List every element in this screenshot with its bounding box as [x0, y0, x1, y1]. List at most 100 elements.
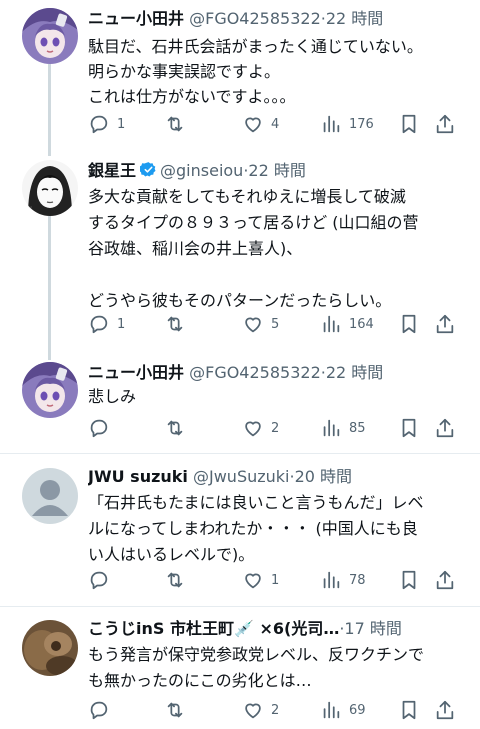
bookmark-icon [402, 570, 416, 590]
tweet-text: 「石井氏もたまには良いこと言うもんだ」レベ ルになってしまわれたか・・・ (中国… [88, 493, 424, 564]
handle[interactable]: @JwuSuzuki [193, 467, 290, 486]
handle[interactable]: @ginseiou [160, 161, 243, 180]
avatar[interactable] [22, 362, 78, 418]
avatar[interactable] [22, 160, 78, 216]
timestamp[interactable]: 20 時間 [295, 467, 352, 486]
tweet-actions: 1 4 176 [88, 112, 480, 136]
tweet-text: 悲しみ [88, 387, 137, 406]
views-button[interactable]: 85 [320, 416, 366, 440]
handle[interactable]: @FGO42585322 [189, 9, 321, 28]
tweet-header: こうじinS 市杜王町💉 ×6(光司…·17 時間 [88, 616, 472, 642]
bookmark-button[interactable] [398, 312, 420, 336]
like-count: 2 [271, 420, 280, 436]
reply-count: 1 [117, 116, 126, 132]
bookmark-button[interactable] [398, 112, 420, 136]
bookmark-button[interactable] [398, 416, 420, 440]
views-button[interactable]: 164 [320, 312, 374, 336]
share-button[interactable] [434, 312, 456, 336]
tweet-header: 銀星王 @ginseiou·22 時間 [88, 158, 472, 184]
tweet[interactable]: 銀星王 @ginseiou·22 時間 多大な貢献をしてもそれゆえに増長して破滅 … [0, 156, 480, 356]
like-icon [245, 573, 261, 589]
verified-badge-icon [139, 160, 157, 184]
tweet-actions: 1 5 164 [88, 312, 480, 336]
tweet[interactable]: JWU suzuki @JwuSuzuki·20 時間 「石井氏もたまには良いこ… [0, 460, 480, 602]
tweet[interactable]: ニュー小田井 @FGO42585322·22 時間 駄目だ、石井氏会話がまったく… [0, 0, 480, 150]
bookmark-icon [402, 700, 416, 720]
timestamp[interactable]: 17 時間 [344, 619, 401, 638]
share-button[interactable] [434, 698, 456, 722]
tweet[interactable]: ニュー小田井 @FGO42585322·22 時間 悲しみ 2 85 [0, 358, 480, 450]
share-button[interactable] [434, 416, 456, 440]
view-count: 85 [349, 420, 366, 436]
like-count: 2 [271, 702, 280, 718]
views-icon [323, 419, 340, 437]
tweet-actions: 2 69 [88, 698, 480, 722]
reply-button[interactable]: 1 [88, 312, 125, 336]
like-button[interactable]: 2 [242, 698, 279, 722]
reply-count: 1 [117, 316, 126, 332]
view-count: 164 [349, 316, 374, 332]
share-icon [436, 570, 454, 590]
reply-button[interactable] [88, 568, 117, 592]
avatar[interactable] [22, 468, 78, 524]
like-icon [245, 117, 261, 133]
retweet-icon [167, 316, 183, 332]
view-count: 176 [349, 116, 374, 132]
reply-button[interactable] [88, 416, 117, 440]
like-icon [245, 317, 261, 333]
views-icon [323, 571, 340, 589]
avatar[interactable] [22, 8, 78, 64]
like-count: 4 [271, 116, 280, 132]
share-icon [436, 314, 454, 334]
like-button[interactable]: 1 [242, 568, 279, 592]
tweet-header: ニュー小田井 @FGO42585322·22 時間 [88, 6, 472, 32]
reply-icon [90, 115, 108, 134]
views-button[interactable]: 78 [320, 568, 366, 592]
timestamp[interactable]: 22 時間 [326, 363, 383, 382]
retweet-button[interactable] [164, 416, 193, 440]
retweet-button[interactable] [164, 112, 193, 136]
timestamp[interactable]: 22 時間 [248, 161, 305, 180]
reply-icon [90, 571, 108, 590]
view-count: 78 [349, 572, 366, 588]
retweet-button[interactable] [164, 568, 193, 592]
reply-icon [90, 315, 108, 334]
retweet-icon [167, 116, 183, 132]
views-icon [323, 115, 340, 133]
tweet-text: 駄目だ、石井氏会話がまったく通じていない。 明らかな事実誤認ですよ。 これは仕方… [88, 37, 423, 106]
display-name[interactable]: 銀星王 [88, 161, 136, 180]
like-icon [245, 421, 261, 437]
bookmark-icon [402, 418, 416, 438]
share-button[interactable] [434, 568, 456, 592]
timestamp[interactable]: 22 時間 [326, 9, 383, 28]
views-icon [323, 701, 340, 719]
reply-icon [90, 419, 108, 438]
retweet-icon [167, 420, 183, 436]
handle[interactable]: @FGO42585322 [189, 363, 321, 382]
display-name[interactable]: こうじinS 市杜王町💉 ×6(光司… [88, 619, 339, 638]
like-button[interactable]: 2 [242, 416, 279, 440]
bookmark-button[interactable] [398, 568, 420, 592]
display-name[interactable]: JWU suzuki [88, 467, 188, 486]
retweet-icon [167, 702, 183, 718]
share-button[interactable] [434, 112, 456, 136]
reply-button[interactable]: 1 [88, 112, 125, 136]
retweet-button[interactable] [164, 312, 193, 336]
reply-button[interactable] [88, 698, 117, 722]
view-count: 69 [349, 702, 366, 718]
views-button[interactable]: 176 [320, 112, 374, 136]
retweet-button[interactable] [164, 698, 193, 722]
display-name[interactable]: ニュー小田井 [88, 363, 184, 382]
bookmark-icon [402, 114, 416, 134]
like-button[interactable]: 5 [242, 312, 279, 336]
avatar[interactable] [22, 620, 78, 676]
display-name[interactable]: ニュー小田井 [88, 9, 184, 28]
share-icon [436, 114, 454, 134]
views-button[interactable]: 69 [320, 698, 366, 722]
tweet-actions: 2 85 [88, 416, 480, 440]
tweet[interactable]: こうじinS 市杜王町💉 ×6(光司…·17 時間 もう発言が保守党参政党レベル… [0, 612, 480, 729]
bookmark-icon [402, 314, 416, 334]
retweet-icon [167, 572, 183, 588]
like-button[interactable]: 4 [242, 112, 279, 136]
bookmark-button[interactable] [398, 698, 420, 722]
